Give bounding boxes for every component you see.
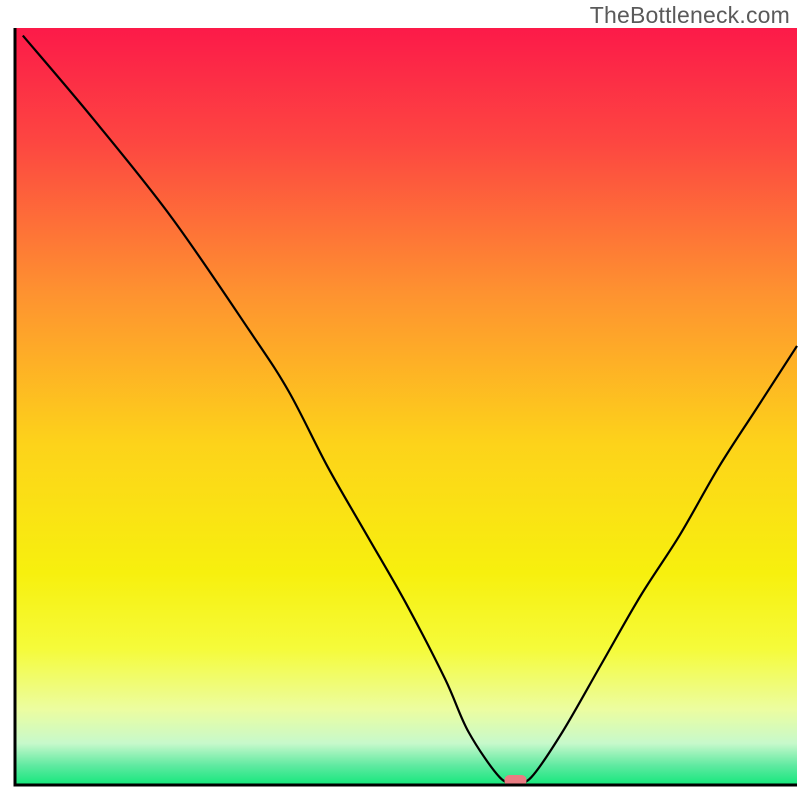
plot-background bbox=[15, 28, 797, 785]
watermark-text: TheBottleneck.com bbox=[590, 2, 790, 29]
bottleneck-chart bbox=[0, 0, 800, 800]
